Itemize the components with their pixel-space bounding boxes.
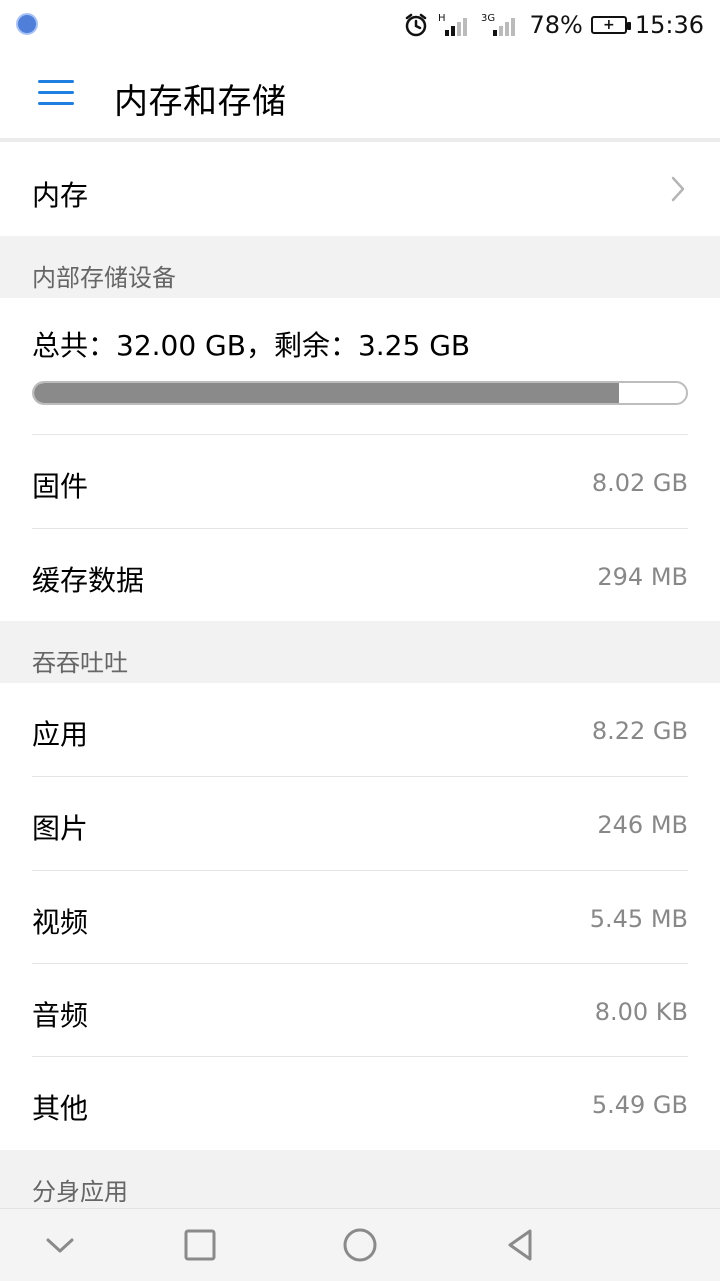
- list-item-firmware[interactable]: 固件 8.02 GB: [0, 435, 720, 528]
- navigation-bar: [0, 1208, 720, 1281]
- item-label: 缓存数据: [32, 564, 145, 597]
- recent-apps-icon[interactable]: [180, 1225, 220, 1265]
- chevron-right-icon: [670, 176, 686, 202]
- network-3g-label: 3G: [481, 13, 495, 24]
- item-label: 应用: [32, 718, 89, 751]
- status-right-group: H 3G 78% + 15:36: [403, 8, 704, 42]
- memory-label: 内存: [32, 179, 89, 212]
- item-value: 8.02 GB: [591, 469, 688, 497]
- storage-summary-text: 总共：32.00 GB，剩余：3.25 GB: [32, 329, 471, 362]
- section-header-internal-storage: 内部存储设备: [0, 236, 720, 298]
- network-h-label: H: [438, 13, 446, 24]
- signal-icon: H: [437, 12, 473, 38]
- item-value: 5.49 GB: [591, 1091, 688, 1119]
- section-header-user-storage: 吞吞吐吐: [0, 621, 720, 683]
- app-header: 内存和存储: [0, 50, 720, 142]
- list-item-pictures[interactable]: 图片 246 MB: [0, 777, 720, 870]
- list-item-cache[interactable]: 缓存数据 294 MB: [0, 529, 720, 621]
- item-value: 294 MB: [597, 563, 688, 591]
- app-badge-icon: [16, 13, 38, 35]
- item-label: 固件: [32, 470, 89, 503]
- item-value: 246 MB: [597, 811, 688, 839]
- list-item-other[interactable]: 其他 5.49 GB: [0, 1057, 720, 1150]
- battery-icon: +: [590, 16, 631, 34]
- item-value: 8.00 KB: [594, 998, 688, 1026]
- storage-progress-bar: [32, 381, 688, 405]
- item-label: 图片: [32, 812, 89, 845]
- menu-icon[interactable]: [38, 78, 76, 106]
- signal-3g-icon: 3G: [481, 12, 521, 38]
- back-down-icon[interactable]: [40, 1225, 80, 1265]
- storage-summary: 总共：32.00 GB，剩余：3.25 GB: [0, 298, 720, 434]
- list-item-apps[interactable]: 应用 8.22 GB: [0, 683, 720, 776]
- battery-percent: 78%: [529, 11, 583, 39]
- charging-plus-icon: +: [602, 17, 615, 33]
- back-icon[interactable]: [500, 1225, 540, 1265]
- alarm-icon: [403, 12, 429, 38]
- item-label: 视频: [32, 906, 89, 939]
- section-header-clone-apps: 分身应用: [0, 1150, 720, 1208]
- home-icon[interactable]: [340, 1225, 380, 1265]
- item-value: 5.45 MB: [589, 905, 688, 933]
- memory-row[interactable]: 内存: [0, 142, 720, 236]
- page-title: 内存和存储: [114, 82, 287, 122]
- item-label: 音频: [32, 999, 89, 1032]
- status-time: 15:36: [634, 11, 704, 39]
- item-value: 8.22 GB: [591, 717, 688, 745]
- list-item-videos[interactable]: 视频 5.45 MB: [0, 871, 720, 963]
- item-label: 其他: [32, 1092, 89, 1125]
- status-bar: H 3G 78% + 15:36: [0, 0, 720, 50]
- list-item-audio[interactable]: 音频 8.00 KB: [0, 964, 720, 1056]
- storage-progress-fill: [34, 383, 620, 403]
